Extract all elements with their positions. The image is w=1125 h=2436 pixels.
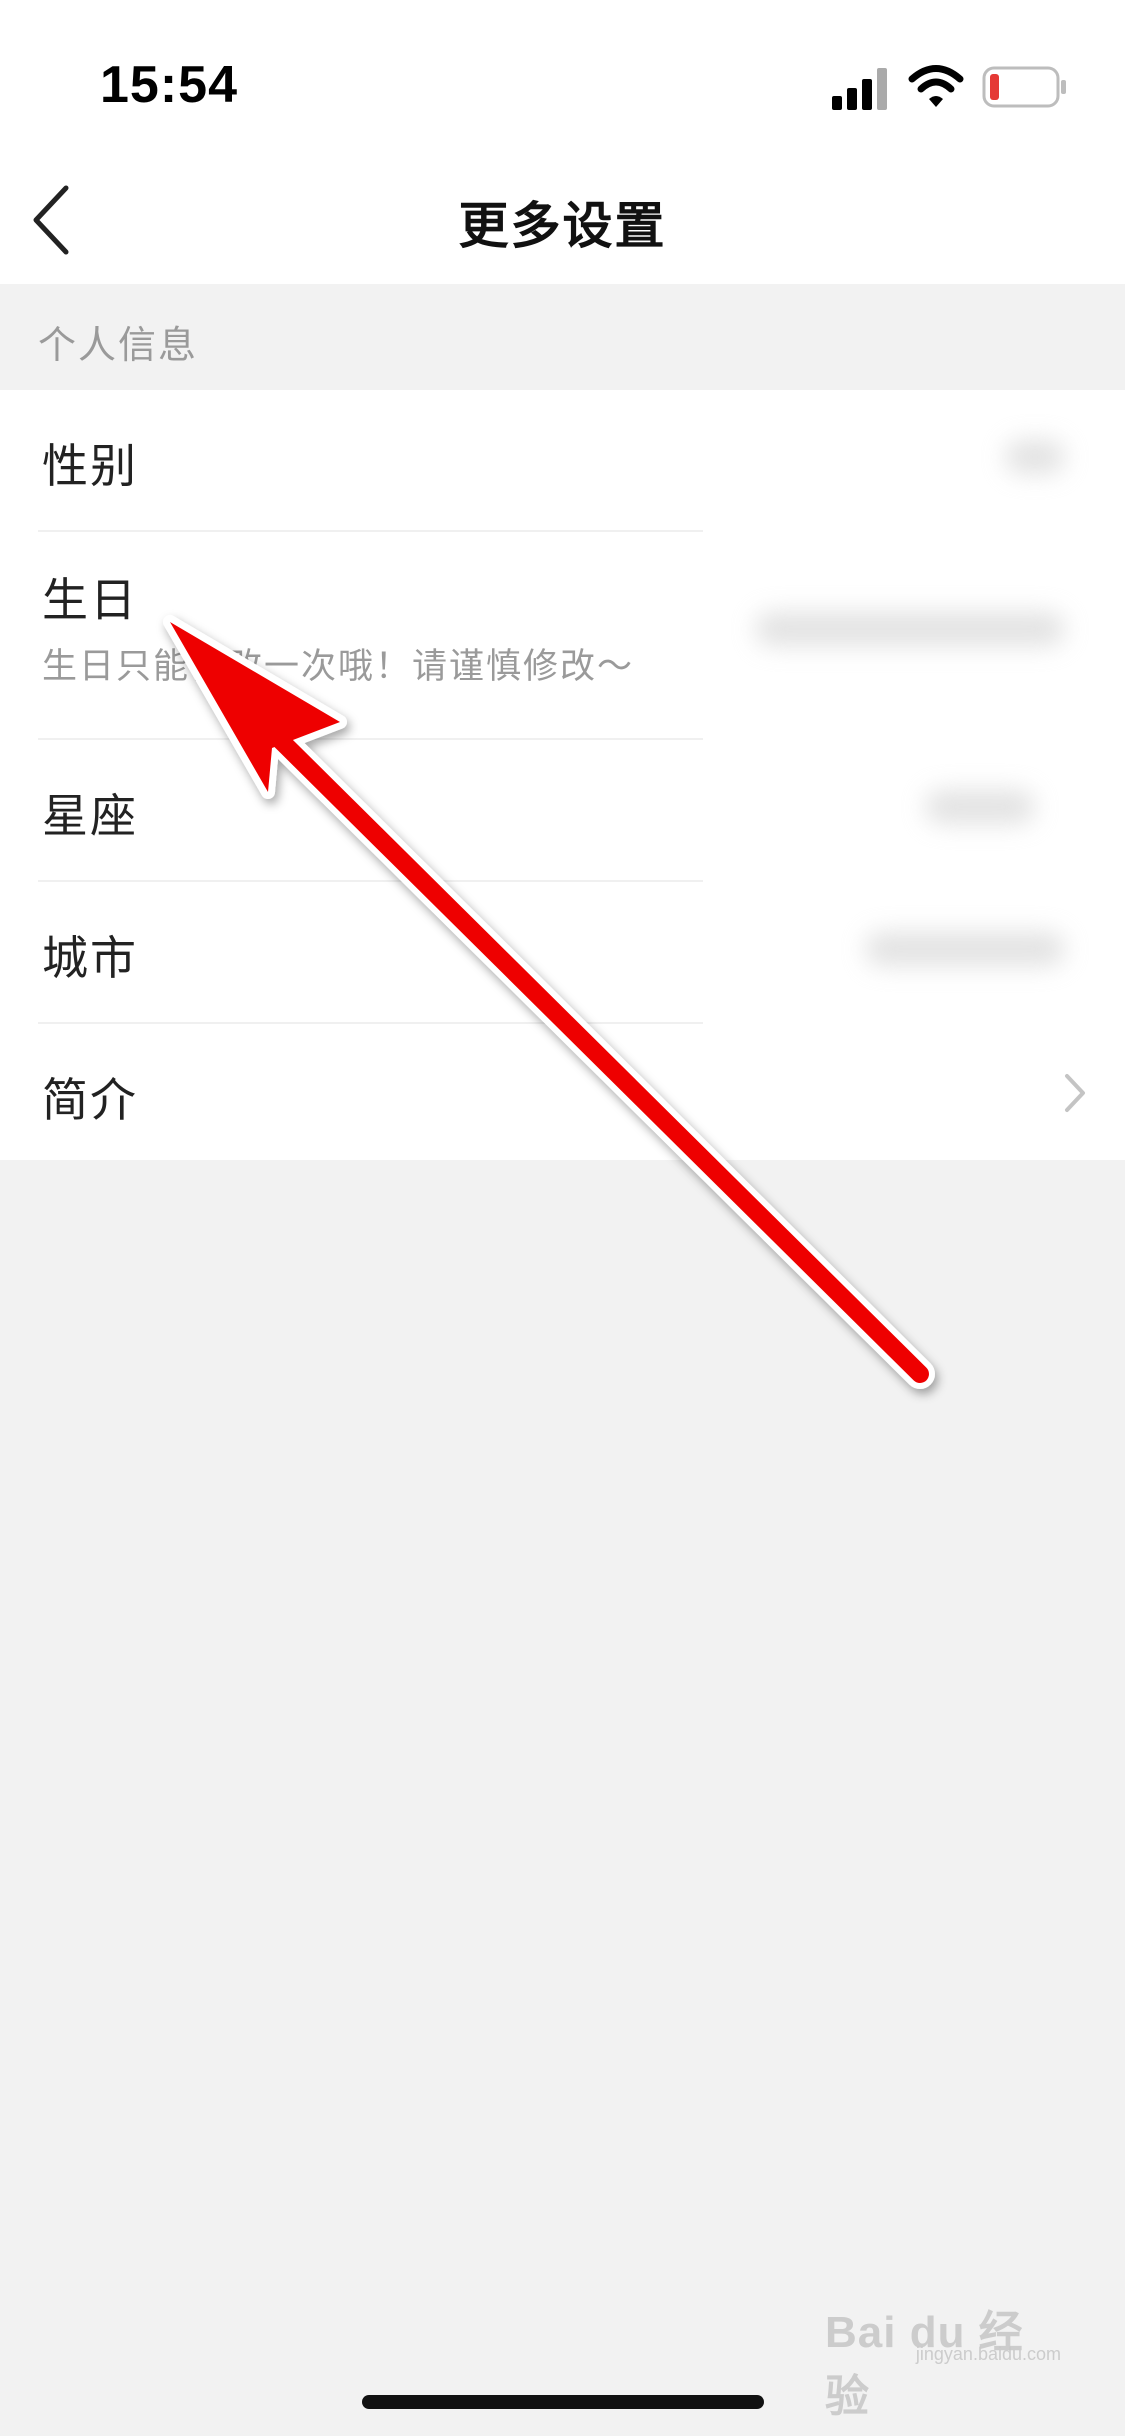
row-bio[interactable]: 简介 bbox=[0, 1024, 1125, 1160]
home-indicator[interactable] bbox=[362, 2395, 764, 2409]
cellular-signal-icon bbox=[832, 68, 887, 110]
status-icons bbox=[830, 62, 1070, 112]
watermark: Bai du 经验 jingyan.baidu.com bbox=[825, 2288, 1065, 2421]
section-header: 个人信息 bbox=[0, 284, 1125, 390]
row-hint: 生日只能修改一次哦！请谨慎修改～ bbox=[42, 647, 635, 687]
page-title: 更多设置 bbox=[458, 197, 667, 255]
chevron-right-icon bbox=[1065, 1074, 1085, 1112]
wifi-icon bbox=[908, 65, 964, 107]
status-time: 15:54 bbox=[100, 56, 238, 114]
section-title: 个人信息 bbox=[38, 323, 199, 367]
row-label: 性别 bbox=[42, 439, 138, 493]
hidden-value bbox=[1005, 440, 1065, 474]
hidden-value bbox=[925, 790, 1035, 824]
row-label: 星座 bbox=[42, 789, 138, 843]
row-city[interactable]: 城市 bbox=[0, 882, 1125, 1022]
row-birthday[interactable]: 生日 生日只能修改一次哦！请谨慎修改～ bbox=[0, 532, 1125, 738]
hidden-value bbox=[755, 612, 1065, 646]
row-zodiac[interactable]: 星座 bbox=[0, 740, 1125, 880]
hidden-value bbox=[865, 932, 1065, 966]
battery-low-icon bbox=[982, 66, 1066, 108]
row-label: 简介 bbox=[42, 1073, 138, 1127]
status-bar: 15:54 bbox=[0, 0, 1125, 150]
nav-bar: 更多设置 bbox=[0, 150, 1125, 284]
row-gender[interactable]: 性别 bbox=[0, 390, 1125, 530]
settings-list: 性别 生日 生日只能修改一次哦！请谨慎修改～ 星座 城市 简介 bbox=[0, 390, 1125, 1160]
watermark-url: jingyan.baidu.com bbox=[915, 2344, 1061, 2364]
row-label: 生日 bbox=[42, 573, 138, 627]
row-label: 城市 bbox=[42, 931, 138, 985]
